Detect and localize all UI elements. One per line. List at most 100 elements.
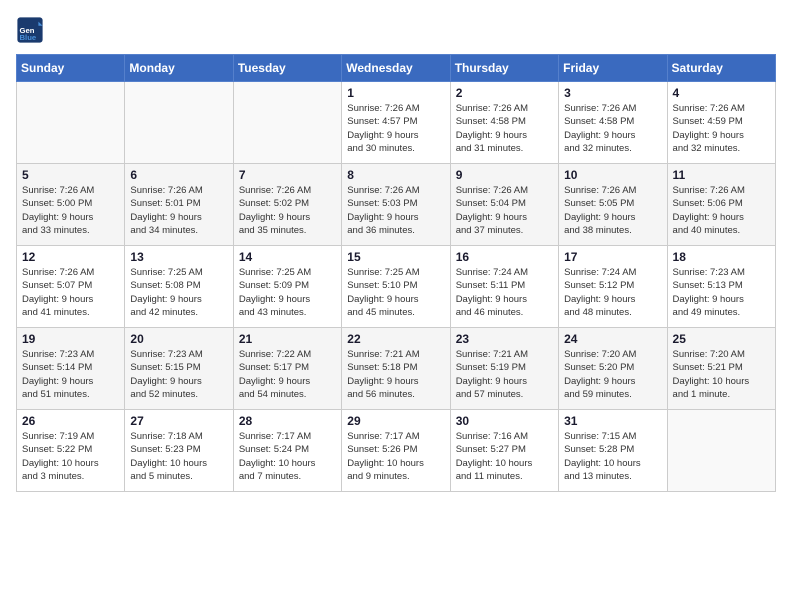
day-info: Sunrise: 7:21 AM Sunset: 5:19 PM Dayligh… — [456, 348, 553, 401]
page-header: Gen Blue — [16, 16, 776, 44]
calendar-table: SundayMondayTuesdayWednesdayThursdayFrid… — [16, 54, 776, 492]
calendar-week-row: 12 Sunrise: 7:26 AM Sunset: 5:07 PM Dayli… — [17, 246, 776, 328]
calendar-cell: 21Sunrise: 7:22 AM Sunset: 5:17 PM Dayli… — [233, 328, 341, 410]
weekday-header: Sunday — [17, 55, 125, 82]
day-info: Sunrise: 7:24 AM Sunset: 5:12 PM Dayligh… — [564, 266, 661, 319]
day-info: Sunrise: 7:26 AM Sunset: 5:05 PM Dayligh… — [564, 184, 661, 237]
weekday-header: Friday — [559, 55, 667, 82]
day-info: Sunrise: 7:20 AM Sunset: 5:20 PM Dayligh… — [564, 348, 661, 401]
day-info: Sunrise: 7:26 AM Sunset: 5:04 PM Dayligh… — [456, 184, 553, 237]
calendar-cell — [667, 410, 775, 492]
day-info: Sunrise: 7:23 AM Sunset: 5:14 PM Dayligh… — [22, 348, 119, 401]
day-number: 9 — [456, 168, 553, 182]
calendar-cell: 1 Sunrise: 7:26 AM Sunset: 4:57 PM Daylig… — [342, 82, 450, 164]
day-info: Sunrise: 7:26 AM Sunset: 5:03 PM Dayligh… — [347, 184, 444, 237]
day-info: Sunrise: 7:23 AM Sunset: 5:15 PM Dayligh… — [130, 348, 227, 401]
calendar-cell: 16 Sunrise: 7:24 AM Sunset: 5:11 PM Dayli… — [450, 246, 558, 328]
day-info: Sunrise: 7:16 AM Sunset: 5:27 PM Dayligh… — [456, 430, 553, 483]
day-info: Sunrise: 7:25 AM Sunset: 5:09 PM Dayligh… — [239, 266, 336, 319]
day-info: Sunrise: 7:20 AM Sunset: 5:21 PM Dayligh… — [673, 348, 770, 401]
weekday-header: Wednesday — [342, 55, 450, 82]
day-number: 17 — [564, 250, 661, 264]
day-info: Sunrise: 7:17 AM Sunset: 5:24 PM Dayligh… — [239, 430, 336, 483]
day-number: 14 — [239, 250, 336, 264]
day-number: 3 — [564, 86, 661, 100]
calendar-cell: 18 Sunrise: 7:23 AM Sunset: 5:13 PM Dayli… — [667, 246, 775, 328]
day-info: Sunrise: 7:26 AM Sunset: 5:01 PM Dayligh… — [130, 184, 227, 237]
day-number: 22 — [347, 332, 444, 346]
calendar-header: SundayMondayTuesdayWednesdayThursdayFrid… — [17, 55, 776, 82]
day-number: 29 — [347, 414, 444, 428]
day-info: Sunrise: 7:25 AM Sunset: 5:10 PM Dayligh… — [347, 266, 444, 319]
calendar-week-row: 26 Sunrise: 7:19 AM Sunset: 5:22 PM Dayli… — [17, 410, 776, 492]
calendar-body: 1 Sunrise: 7:26 AM Sunset: 4:57 PM Daylig… — [17, 82, 776, 492]
calendar-cell: 23 Sunrise: 7:21 AM Sunset: 5:19 PM Dayli… — [450, 328, 558, 410]
day-info: Sunrise: 7:26 AM Sunset: 4:57 PM Dayligh… — [347, 102, 444, 155]
day-number: 13 — [130, 250, 227, 264]
day-number: 19 — [22, 332, 119, 346]
calendar-cell: 3 Sunrise: 7:26 AM Sunset: 4:58 PM Daylig… — [559, 82, 667, 164]
calendar-cell: 13 Sunrise: 7:25 AM Sunset: 5:08 PM Dayli… — [125, 246, 233, 328]
weekday-header: Saturday — [667, 55, 775, 82]
day-info: Sunrise: 7:19 AM Sunset: 5:22 PM Dayligh… — [22, 430, 119, 483]
calendar-cell: 7 Sunrise: 7:26 AM Sunset: 5:02 PM Daylig… — [233, 164, 341, 246]
day-info: Sunrise: 7:23 AM Sunset: 5:13 PM Dayligh… — [673, 266, 770, 319]
day-number: 10 — [564, 168, 661, 182]
calendar-cell — [233, 82, 341, 164]
day-number: 25 — [673, 332, 770, 346]
day-info: Sunrise: 7:18 AM Sunset: 5:23 PM Dayligh… — [130, 430, 227, 483]
calendar-cell: 4Sunrise: 7:26 AM Sunset: 4:59 PM Daylig… — [667, 82, 775, 164]
weekday-header: Tuesday — [233, 55, 341, 82]
calendar-cell: 29 Sunrise: 7:17 AM Sunset: 5:26 PM Dayli… — [342, 410, 450, 492]
day-number: 5 — [22, 168, 119, 182]
day-number: 20 — [130, 332, 227, 346]
day-number: 15 — [347, 250, 444, 264]
day-number: 11 — [673, 168, 770, 182]
day-number: 27 — [130, 414, 227, 428]
day-number: 31 — [564, 414, 661, 428]
day-number: 23 — [456, 332, 553, 346]
calendar-cell: 19 Sunrise: 7:23 AM Sunset: 5:14 PM Dayli… — [17, 328, 125, 410]
calendar-cell — [17, 82, 125, 164]
logo-icon: Gen Blue — [16, 16, 44, 44]
day-info: Sunrise: 7:26 AM Sunset: 5:02 PM Dayligh… — [239, 184, 336, 237]
calendar-cell: 12 Sunrise: 7:26 AM Sunset: 5:07 PM Dayli… — [17, 246, 125, 328]
day-number: 1 — [347, 86, 444, 100]
calendar-week-row: 5 Sunrise: 7:26 AM Sunset: 5:00 PM Daylig… — [17, 164, 776, 246]
calendar-cell: 6 Sunrise: 7:26 AM Sunset: 5:01 PM Daylig… — [125, 164, 233, 246]
day-number: 26 — [22, 414, 119, 428]
calendar-cell: 26 Sunrise: 7:19 AM Sunset: 5:22 PM Dayli… — [17, 410, 125, 492]
calendar-week-row: 1 Sunrise: 7:26 AM Sunset: 4:57 PM Daylig… — [17, 82, 776, 164]
calendar-cell: 25 Sunrise: 7:20 AM Sunset: 5:21 PM Dayli… — [667, 328, 775, 410]
weekday-header: Thursday — [450, 55, 558, 82]
day-info: Sunrise: 7:26 AM Sunset: 5:00 PM Dayligh… — [22, 184, 119, 237]
calendar-cell: 8Sunrise: 7:26 AM Sunset: 5:03 PM Daylig… — [342, 164, 450, 246]
day-info: Sunrise: 7:26 AM Sunset: 5:07 PM Dayligh… — [22, 266, 119, 319]
day-number: 24 — [564, 332, 661, 346]
day-info: Sunrise: 7:26 AM Sunset: 4:59 PM Dayligh… — [673, 102, 770, 155]
day-info: Sunrise: 7:25 AM Sunset: 5:08 PM Dayligh… — [130, 266, 227, 319]
day-number: 18 — [673, 250, 770, 264]
day-number: 16 — [456, 250, 553, 264]
day-number: 12 — [22, 250, 119, 264]
calendar-cell: 20 Sunrise: 7:23 AM Sunset: 5:15 PM Dayli… — [125, 328, 233, 410]
day-info: Sunrise: 7:26 AM Sunset: 4:58 PM Dayligh… — [564, 102, 661, 155]
calendar-cell — [125, 82, 233, 164]
day-info: Sunrise: 7:24 AM Sunset: 5:11 PM Dayligh… — [456, 266, 553, 319]
header-row: SundayMondayTuesdayWednesdayThursdayFrid… — [17, 55, 776, 82]
calendar-cell: 14 Sunrise: 7:25 AM Sunset: 5:09 PM Dayli… — [233, 246, 341, 328]
weekday-header: Monday — [125, 55, 233, 82]
day-info: Sunrise: 7:26 AM Sunset: 5:06 PM Dayligh… — [673, 184, 770, 237]
calendar-week-row: 19 Sunrise: 7:23 AM Sunset: 5:14 PM Dayli… — [17, 328, 776, 410]
day-number: 2 — [456, 86, 553, 100]
calendar-cell: 31Sunrise: 7:15 AM Sunset: 5:28 PM Dayli… — [559, 410, 667, 492]
calendar-cell: 5 Sunrise: 7:26 AM Sunset: 5:00 PM Daylig… — [17, 164, 125, 246]
calendar-cell: 27 Sunrise: 7:18 AM Sunset: 5:23 PM Dayli… — [125, 410, 233, 492]
day-number: 28 — [239, 414, 336, 428]
day-info: Sunrise: 7:17 AM Sunset: 5:26 PM Dayligh… — [347, 430, 444, 483]
calendar-cell: 30 Sunrise: 7:16 AM Sunset: 5:27 PM Dayli… — [450, 410, 558, 492]
day-number: 6 — [130, 168, 227, 182]
calendar-cell: 22Sunrise: 7:21 AM Sunset: 5:18 PM Dayli… — [342, 328, 450, 410]
day-number: 30 — [456, 414, 553, 428]
day-number: 7 — [239, 168, 336, 182]
